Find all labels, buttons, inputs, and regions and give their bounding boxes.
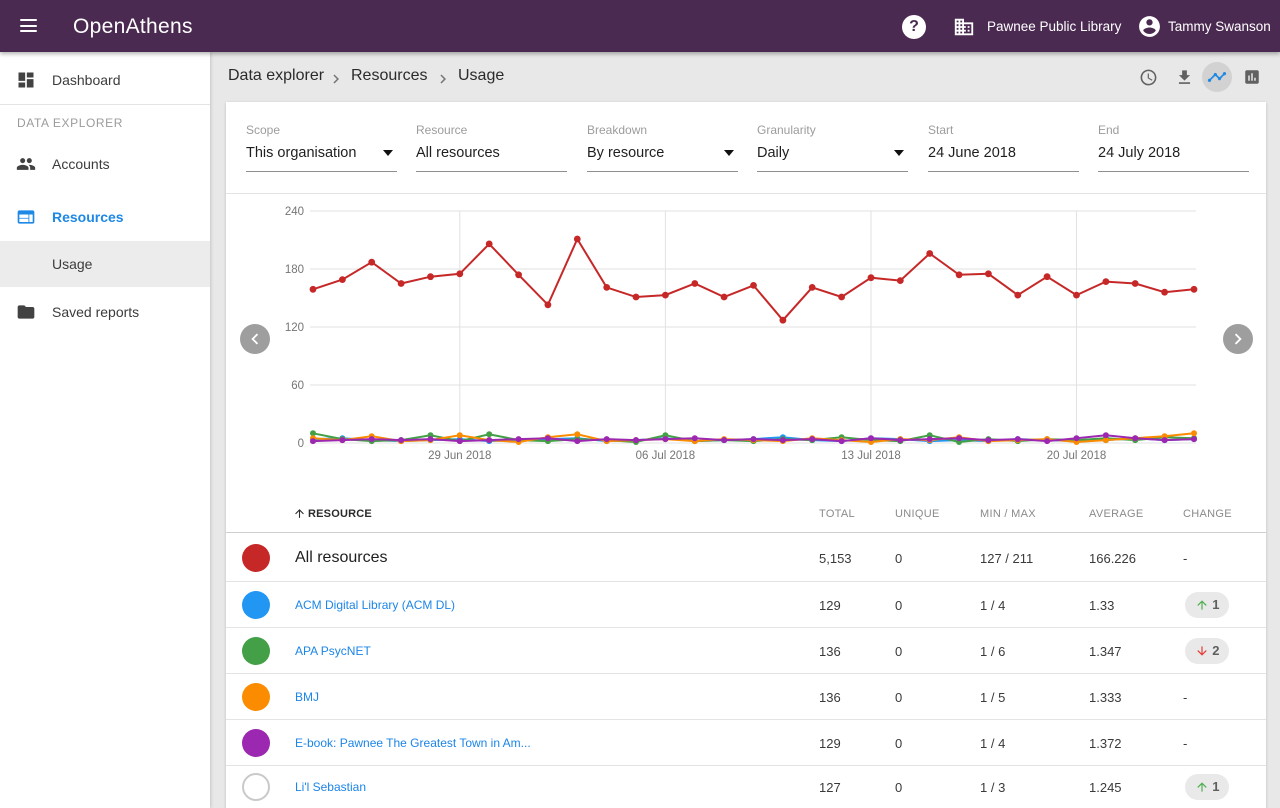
svg-text:20 Jul 2018: 20 Jul 2018	[1047, 450, 1106, 462]
svg-text:06 Jul 2018: 06 Jul 2018	[636, 450, 695, 462]
svg-text:180: 180	[285, 264, 304, 276]
svg-text:13 Jul 2018: 13 Jul 2018	[841, 450, 900, 462]
svg-text:60: 60	[291, 380, 304, 392]
svg-text:240: 240	[285, 206, 304, 218]
svg-text:120: 120	[285, 322, 304, 334]
svg-text:0: 0	[298, 438, 304, 450]
svg-text:29 Jun 2018: 29 Jun 2018	[428, 450, 491, 462]
